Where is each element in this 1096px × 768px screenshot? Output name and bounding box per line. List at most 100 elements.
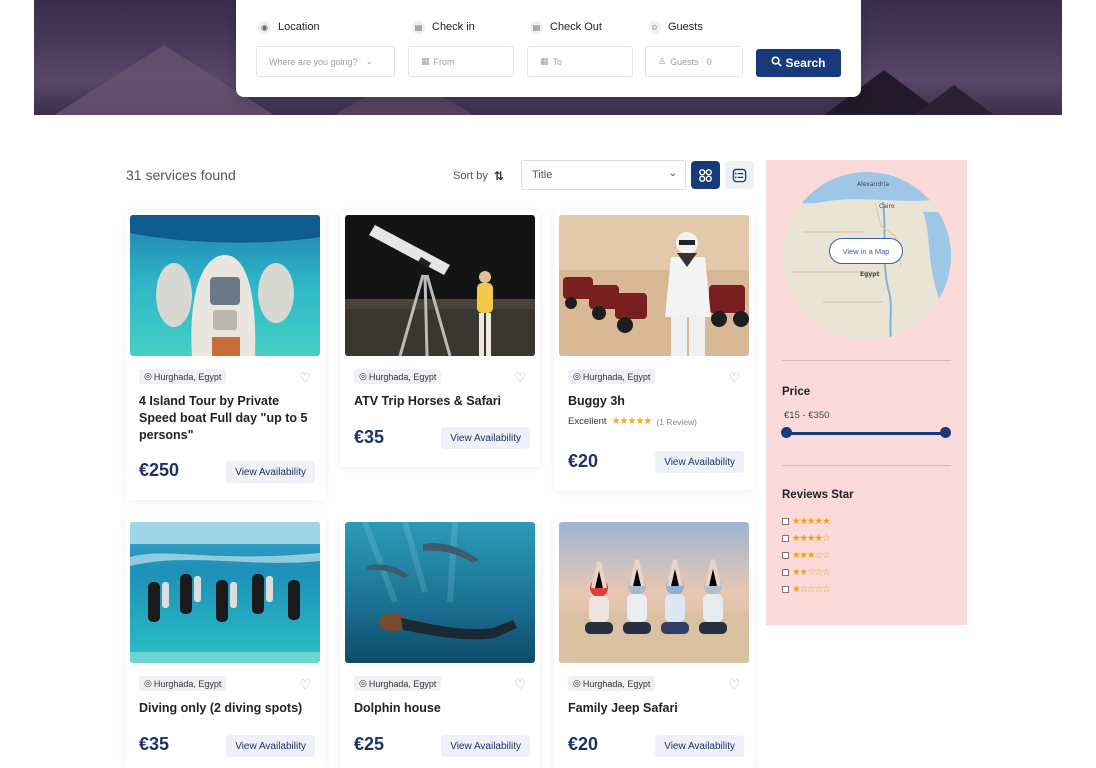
star-rating-icons: ★★★☆☆ (792, 549, 831, 561)
chevron-down-icon: ⌄ (668, 168, 677, 179)
map-label: Alexandria (857, 181, 889, 188)
view-in-map-button[interactable]: View in a Map (829, 238, 903, 264)
service-card[interactable]: ◎ Hurghada, Egypt ♡ Diving only (2 diving… (125, 517, 325, 768)
guests-input[interactable]: ♙ Guests 0 (645, 46, 743, 77)
list-icon (732, 168, 747, 182)
grid-view-button[interactable] (691, 161, 720, 189)
card-price: €20 (568, 734, 599, 754)
card-title[interactable]: 4 Island Tour by Private Speed boat Full… (139, 393, 314, 444)
location-badge: ◎ Hurghada, Egypt (354, 369, 442, 384)
checkbox[interactable] (782, 585, 789, 593)
location-pin-icon: ◎ (573, 678, 581, 688)
tour-image-buggy[interactable] (559, 215, 749, 356)
calendar-icon: ▤ (530, 20, 543, 34)
checkin-input[interactable]: ▦ From (408, 46, 514, 77)
view-availability-button[interactable]: View Availability (226, 735, 315, 757)
card-title[interactable]: Family Jeep Safari (568, 700, 743, 717)
card-price: €25 (354, 734, 385, 754)
service-card[interactable]: ◎ Hurghada, Egypt ♡ Buggy 3h Excellent ★★… (554, 210, 754, 490)
users-icon: ☺ (648, 20, 661, 34)
card-price: €20 (568, 451, 599, 471)
price-range-text: €15 - €350 (784, 410, 830, 421)
star-filter-4[interactable]: ★★★★☆ (782, 532, 831, 544)
tour-image-jeep-safari[interactable] (559, 522, 749, 663)
star-rating-icons: ★★☆☆☆ (792, 566, 831, 578)
location-icon: ◉ (258, 20, 271, 34)
heart-icon[interactable]: ♡ (299, 678, 311, 691)
tour-image-speedboat[interactable] (130, 215, 320, 356)
service-card[interactable]: ◎ Hurghada, Egypt ♡ 4 Island Tour by Priv… (125, 210, 325, 500)
pyramid-shape (914, 85, 994, 115)
search-icon (771, 56, 783, 70)
divider (782, 360, 951, 361)
price-slider-track[interactable] (786, 432, 946, 435)
tour-image-dolphin[interactable] (345, 522, 535, 663)
guests-field-label: ☺ Guests (648, 18, 703, 36)
star-filter-2[interactable]: ★★☆☆☆ (782, 566, 831, 578)
checkout-field-label: ▤ Check Out (530, 18, 602, 36)
checkbox[interactable] (782, 517, 789, 525)
price-slider-max-handle[interactable] (940, 427, 951, 438)
location-badge: ◎ Hurghada, Egypt (139, 369, 227, 384)
divider (782, 465, 951, 466)
search-panel: ◉ Location ▤ Check in ▤ Check Out ☺ Guests W… (236, 0, 861, 97)
star-filter-3[interactable]: ★★★☆☆ (782, 549, 831, 561)
star-rating-icons: ★★★★☆ (792, 532, 831, 544)
tour-image-telescope[interactable] (345, 215, 535, 356)
calendar-icon: ▦ (540, 56, 549, 66)
sort-label: Sort by ⇅ (453, 169, 504, 183)
results-count: 31 services found (126, 167, 236, 183)
calendar-icon: ▦ (421, 56, 430, 66)
filter-sidebar: Alexandria Cairo Egypt View in a Map Pri… (766, 160, 967, 625)
chevron-down-icon: ⌄ (365, 56, 374, 66)
card-title[interactable]: Diving only (2 diving spots) (139, 700, 314, 717)
checkin-field-label: ▤ Check in (412, 18, 475, 36)
card-price: €35 (354, 427, 385, 447)
location-field-label: ◉ Location (258, 18, 320, 36)
heart-icon[interactable]: ♡ (728, 371, 740, 384)
location-badge: ◎ Hurghada, Egypt (568, 369, 656, 384)
heart-icon[interactable]: ♡ (728, 678, 740, 691)
location-pin-icon: ◎ (573, 371, 581, 381)
sort-icon[interactable]: ⇅ (494, 169, 504, 183)
location-select[interactable]: Where are you going? ⌄ (256, 46, 395, 77)
map-label: Egypt (860, 271, 880, 278)
checkbox[interactable] (782, 551, 789, 559)
card-title[interactable]: Dolphin house (354, 700, 529, 717)
heart-icon[interactable]: ♡ (299, 371, 311, 384)
checkbox[interactable] (782, 568, 789, 576)
star-rating-icons: ★★★★★ (792, 515, 831, 527)
view-availability-button[interactable]: View Availability (226, 461, 315, 483)
card-title[interactable]: ATV Trip Horses & Safari (354, 393, 529, 410)
view-availability-button[interactable]: View Availability (655, 735, 744, 757)
grid-icon (699, 168, 712, 182)
price-slider-min-handle[interactable] (781, 427, 792, 438)
service-card[interactable]: ◎ Hurghada, Egypt ♡ ATV Trip Horses & Saf… (340, 210, 540, 467)
card-price: €35 (139, 734, 170, 754)
location-pin-icon: ◎ (359, 371, 367, 381)
location-pin-icon: ◎ (144, 371, 152, 381)
card-title[interactable]: Buggy 3h (568, 393, 743, 410)
view-availability-button[interactable]: View Availability (441, 735, 530, 757)
map-label: Cairo (879, 203, 895, 210)
star-filter-5[interactable]: ★★★★★ (782, 515, 831, 527)
card-price: €250 (139, 460, 180, 480)
sort-select[interactable]: Title ⌄ (521, 160, 686, 190)
card-rating: Excellent ★★★★★ (1 Review) (568, 416, 698, 427)
checkbox[interactable] (782, 534, 789, 542)
list-view-button[interactable] (725, 161, 754, 189)
location-badge: ◎ Hurghada, Egypt (354, 676, 442, 691)
tour-image-diving[interactable] (130, 522, 320, 663)
search-button[interactable]: Search (756, 49, 841, 77)
heart-icon[interactable]: ♡ (514, 371, 526, 384)
view-availability-button[interactable]: View Availability (441, 427, 530, 449)
service-card[interactable]: ◎ Hurghada, Egypt ♡ Family Jeep Safari €2… (554, 517, 754, 768)
service-card[interactable]: ◎ Hurghada, Egypt ♡ Dolphin house €25 Vie… (340, 517, 540, 768)
reviews-heading: Reviews Star (782, 489, 854, 501)
checkout-input[interactable]: ▦ To (527, 46, 633, 77)
heart-icon[interactable]: ♡ (514, 678, 526, 691)
location-pin-icon: ◎ (144, 678, 152, 688)
user-icon: ♙ (658, 56, 667, 66)
view-availability-button[interactable]: View Availability (655, 451, 744, 473)
star-filter-1[interactable]: ★☆☆☆☆ (782, 583, 831, 595)
